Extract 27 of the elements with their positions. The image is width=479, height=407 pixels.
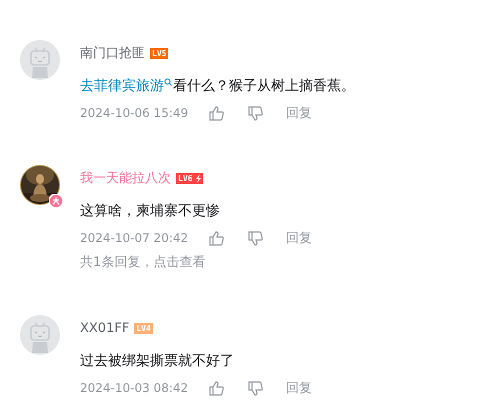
avatar-icon[interactable] [20,315,60,355]
level-badge: LV6 [176,172,194,184]
dislike-icon[interactable] [247,380,264,396]
user-name[interactable]: 南门口抢匪 [80,44,145,62]
comment-time: 2024-10-06 15:49 [80,106,190,120]
user-name[interactable]: XX01FF [80,320,130,336]
dislike-icon[interactable] [247,230,264,246]
comment-time: 2024-10-03 08:42 [80,381,190,395]
reply-button[interactable]: 回复 [286,104,312,122]
vip-badge-icon [49,194,63,208]
dislike-icon[interactable] [247,104,264,122]
comment-text: 过去被绑架撕票就不好了 [80,353,234,369]
comment-text: 这算啥，柬埔寨不更惨 [80,203,220,219]
level-badge: LV4 [134,322,153,334]
reply-button[interactable]: 回复 [286,229,312,247]
comment-text: 看什么？猴子从树上摘香蕉。 [173,78,355,94]
level-badge: LV5 [150,48,168,58]
view-replies-link[interactable]: 共1条回复，点击查看 [80,255,206,270]
search-icon[interactable] [164,78,172,86]
user-name[interactable]: 我一天能拉八次 [80,169,171,187]
avatar-icon[interactable] [20,40,60,80]
like-icon[interactable] [208,230,225,246]
comment-time: 2024-10-07 20:42 [80,231,190,245]
reply-button[interactable]: 回复 [286,379,312,397]
search-link[interactable]: 去菲律宾旅游 [80,78,173,94]
like-icon[interactable] [208,104,225,122]
like-icon[interactable] [208,380,225,396]
